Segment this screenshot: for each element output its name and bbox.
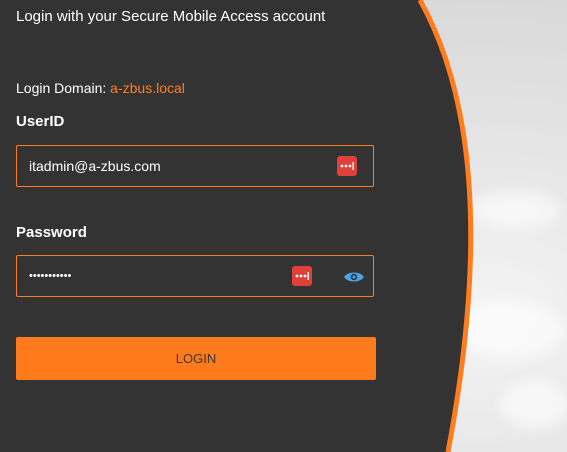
userid-label: UserID bbox=[16, 113, 65, 130]
login-domain: Login Domain: a-zbus.local bbox=[16, 80, 185, 96]
password-field-box bbox=[16, 255, 374, 297]
userid-input[interactable] bbox=[29, 146, 329, 186]
login-domain-value: a-zbus.local bbox=[110, 80, 185, 96]
userid-field-box bbox=[16, 145, 374, 187]
password-manager-icon[interactable] bbox=[337, 156, 357, 176]
password-manager-icon[interactable] bbox=[292, 266, 312, 286]
login-domain-label: Login Domain: bbox=[16, 80, 111, 96]
page-subtitle: Login with your Secure Mobile Access acc… bbox=[16, 8, 326, 25]
eye-icon[interactable] bbox=[343, 270, 365, 284]
login-panel: Login with your Secure Mobile Access acc… bbox=[0, 0, 567, 452]
login-button[interactable]: LOGIN bbox=[16, 337, 376, 380]
password-label: Password bbox=[16, 224, 87, 241]
password-input[interactable] bbox=[29, 256, 329, 296]
